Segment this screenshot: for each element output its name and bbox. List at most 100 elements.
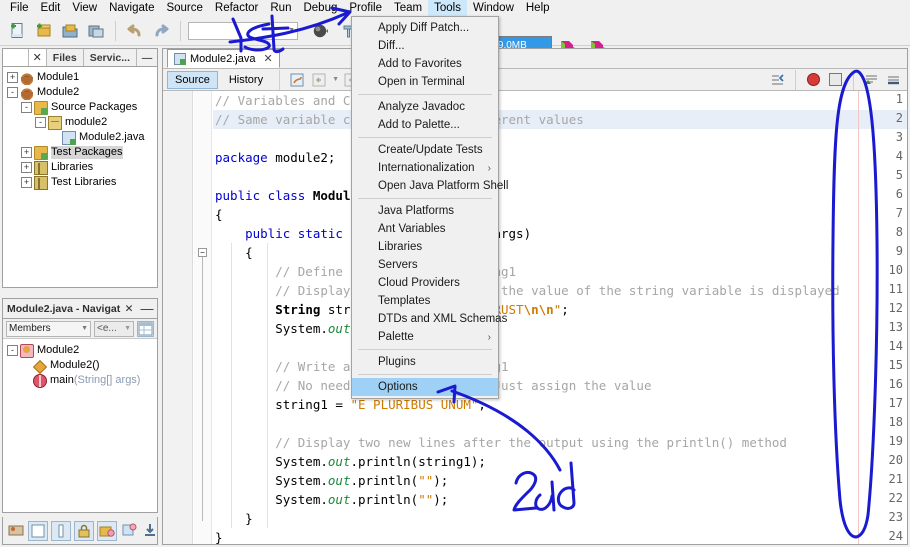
menu-edit[interactable]: Edit (35, 0, 67, 16)
menuitem-cloud-providers[interactable]: Cloud Providers (352, 274, 498, 292)
palette-icon[interactable] (120, 521, 138, 541)
close-icon[interactable]: ✕ (263, 52, 272, 65)
minimize-icon[interactable]: — (137, 49, 157, 66)
menuitem-libraries[interactable]: Libraries (352, 238, 498, 256)
menu-view[interactable]: View (66, 0, 103, 16)
menuitem-servers[interactable]: Servers (352, 256, 498, 274)
menuitem-templates[interactable]: Templates (352, 292, 498, 310)
fold-toggle-icon[interactable]: − (198, 248, 207, 257)
undo-icon[interactable] (123, 19, 147, 43)
shift-left-icon[interactable] (768, 71, 787, 89)
menuitem-options[interactable]: Options (352, 378, 498, 396)
expander-icon[interactable]: + (21, 177, 32, 188)
projects-tab-active[interactable] (3, 49, 29, 66)
tree-item-test-packages[interactable]: + Test Packages (5, 145, 155, 160)
editor-tab-module2-java[interactable]: Module2.java ✕ (167, 49, 280, 68)
tab-source[interactable]: Source (167, 70, 218, 89)
menuitem-open-java-platform-shell[interactable]: Open Java Platform Shell (352, 177, 508, 195)
tab-history[interactable]: History (221, 71, 271, 89)
navigator-title: Module2.java - Navigat... (7, 302, 121, 315)
new-project-icon[interactable] (32, 19, 56, 43)
navigator-view-icon[interactable] (137, 320, 154, 337)
expander-icon[interactable]: - (7, 87, 18, 98)
comment-icon[interactable] (862, 71, 881, 89)
menu-file[interactable]: File (4, 0, 35, 16)
menu-navigate[interactable]: Navigate (103, 0, 160, 16)
tree-item-libraries[interactable]: + Libraries (5, 160, 155, 175)
tree-item-module2-package[interactable]: - module2 (5, 115, 155, 130)
favorites-icon[interactable] (97, 520, 117, 541)
toggle-breakpoint-icon[interactable] (804, 71, 823, 89)
back-icon[interactable] (310, 71, 329, 89)
menu-refactor[interactable]: Refactor (209, 0, 264, 16)
line-number: 1 (895, 92, 903, 106)
menuitem-apply-diff-patch[interactable]: Apply Diff Patch... (352, 19, 498, 37)
refactor-icon[interactable] (288, 71, 307, 89)
menuitem-analyze-javadoc[interactable]: Analyze Javadoc (352, 98, 498, 116)
scope-filter-select[interactable]: <e... ▼ (94, 320, 134, 337)
stop-icon[interactable] (826, 71, 845, 89)
fold-range-line (202, 257, 203, 521)
tab-services[interactable]: Servic... (83, 49, 137, 66)
project-config-combo[interactable]: ▼ (188, 21, 298, 40)
menu-tools[interactable]: Tools (428, 0, 467, 16)
chevron-down-icon[interactable]: ▼ (332, 76, 339, 83)
menuitem-java-platforms[interactable]: Java Platforms (352, 202, 498, 220)
tree-item-module1[interactable]: + Module1 (5, 70, 155, 85)
redo-icon[interactable] (149, 19, 173, 43)
code-line-20: System.out.println(string1); (215, 454, 486, 469)
close-icon[interactable]: ✕ (121, 303, 137, 315)
expander-icon[interactable]: + (21, 147, 32, 158)
tree-item-source-packages[interactable]: - Source Packages (5, 100, 155, 115)
lock-icon[interactable] (74, 520, 94, 541)
menuitem-ant-variables[interactable]: Ant Variables (352, 220, 498, 238)
nav-item-constructor[interactable]: Module2() (5, 358, 155, 374)
menu-run[interactable]: Run (264, 0, 297, 16)
new-file-icon[interactable] (6, 19, 30, 43)
menuitem-add-to-favorites[interactable]: Add to Favorites (352, 55, 498, 73)
menuitem-palette[interactable]: Palette › (352, 328, 498, 346)
menuitem-plugins[interactable]: Plugins (352, 353, 498, 371)
close-icon[interactable]: ✕ (28, 49, 47, 66)
expander-icon[interactable]: - (35, 117, 46, 128)
expander-icon[interactable]: - (7, 345, 18, 356)
menu-debug[interactable]: Debug (297, 0, 343, 16)
run-project-icon[interactable] (310, 19, 334, 43)
members-filter-select[interactable]: Members ▼ (6, 320, 91, 337)
tree-item-test-libraries[interactable]: + Test Libraries (5, 175, 155, 190)
menuitem-dtds-and-xml-schemas[interactable]: DTDs and XML Schemas (352, 310, 507, 328)
download-icon[interactable] (141, 521, 159, 541)
menuitem-add-to-palette[interactable]: Add to Palette... (352, 116, 498, 134)
expander-icon[interactable]: - (21, 102, 32, 113)
menu-source[interactable]: Source (160, 0, 208, 16)
project-tree: + Module1 - Module2 - Source Packages - … (3, 67, 157, 287)
terminal-icon[interactable] (51, 520, 71, 541)
tree-item-module2[interactable]: - Module2 (5, 85, 155, 100)
expander-icon[interactable]: + (21, 162, 32, 173)
toolbar-separator (115, 20, 116, 41)
menu-profile[interactable]: Profile (343, 0, 388, 16)
ide-log-icon[interactable] (7, 521, 25, 541)
menu-window[interactable]: Window (467, 0, 520, 16)
menuitem-internationalization[interactable]: Internationalization › (352, 159, 498, 177)
menuitem-open-in-terminal[interactable]: Open in Terminal (352, 73, 498, 91)
line-number: 18 (888, 415, 903, 429)
open-project-icon[interactable] (58, 19, 82, 43)
editor-toolbar-separator (279, 69, 281, 90)
menu-help[interactable]: Help (520, 0, 556, 16)
code-editor-area[interactable]: − 1 2 3 4 5 6 7 8 9 10 11 12 13 14 15 16… (163, 91, 907, 544)
uncomment-icon[interactable] (884, 71, 903, 89)
tree-item-module2-java[interactable]: Module2.java (5, 130, 155, 145)
line-number: 20 (888, 453, 903, 467)
line-number: 13 (888, 320, 903, 334)
menuitem-diff[interactable]: Diff... (352, 37, 498, 55)
menuitem-create-update-tests[interactable]: Create/Update Tests (352, 141, 498, 159)
nav-item-class[interactable]: - Module2 (5, 343, 155, 358)
tab-files[interactable]: Files (46, 49, 84, 66)
menu-team[interactable]: Team (388, 0, 428, 16)
output-window-icon[interactable] (28, 520, 48, 541)
minimize-icon[interactable]: — (137, 301, 157, 316)
nav-item-main-method[interactable]: main(String[] args) (5, 373, 155, 388)
save-all-icon[interactable] (84, 19, 108, 43)
expander-icon[interactable]: + (7, 72, 18, 83)
